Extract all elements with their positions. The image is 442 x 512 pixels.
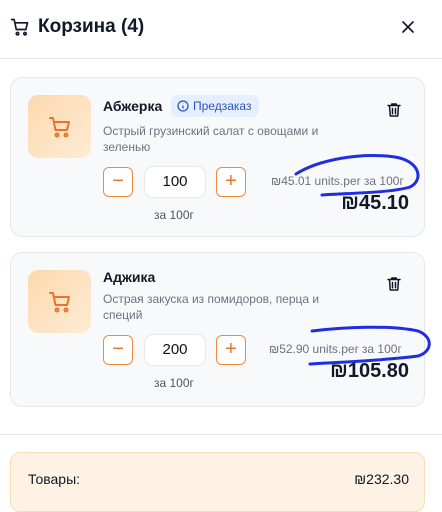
summary-label: Товары: [28, 471, 81, 487]
product-image [28, 270, 91, 333]
item-name: Абжерка [103, 98, 163, 114]
summary-divider [0, 434, 442, 435]
trash-icon[interactable] [385, 101, 403, 119]
unit-label: за 100г [154, 376, 194, 390]
item-total-price: ₪45.10 [341, 192, 409, 214]
increase-button[interactable]: + [216, 335, 246, 365]
quantity-input[interactable]: 100 [144, 166, 206, 198]
summary-value: ₪232.30 [354, 471, 409, 487]
cart-icon [48, 116, 70, 137]
info-icon [177, 100, 189, 112]
cart-header: Корзина (4) [0, 0, 442, 58]
annotation-scribbles [294, 154, 431, 366]
quantity-input[interactable]: 200 [144, 334, 206, 366]
decrease-button[interactable]: − [103, 167, 133, 197]
order-summary: Товары: ₪232.30 [10, 452, 425, 512]
item-description: Острая закуска из помидоров, перца и спе… [103, 292, 320, 322]
item-name: Аджика [103, 269, 156, 285]
trash-icon[interactable] [385, 275, 403, 293]
badge-label: Предзаказ [193, 99, 252, 113]
price-per-unit: ₪52.90 units.per за 100г [269, 342, 402, 356]
preorder-badge: Предзаказ [171, 95, 260, 117]
cart-item: Абжерка Предзаказ Острый грузинский сала… [10, 77, 425, 237]
cart-item: Аджика Острая закуска из помидоров, перц… [10, 252, 425, 407]
cart-icon [48, 291, 70, 312]
item-total-price: ₪105.80 [330, 360, 409, 382]
cart-icon [10, 18, 29, 36]
page-title: Корзина (4) [38, 16, 145, 37]
close-icon[interactable] [398, 17, 418, 37]
decrease-button[interactable]: − [103, 335, 133, 365]
unit-label: за 100г [154, 208, 194, 222]
increase-button[interactable]: + [216, 167, 246, 197]
header-divider [0, 58, 442, 59]
product-image [28, 95, 91, 158]
item-description: Острый грузинский салат с овощами и зеле… [103, 124, 319, 154]
price-per-unit: ₪45.01 units.per за 100г [271, 174, 404, 188]
